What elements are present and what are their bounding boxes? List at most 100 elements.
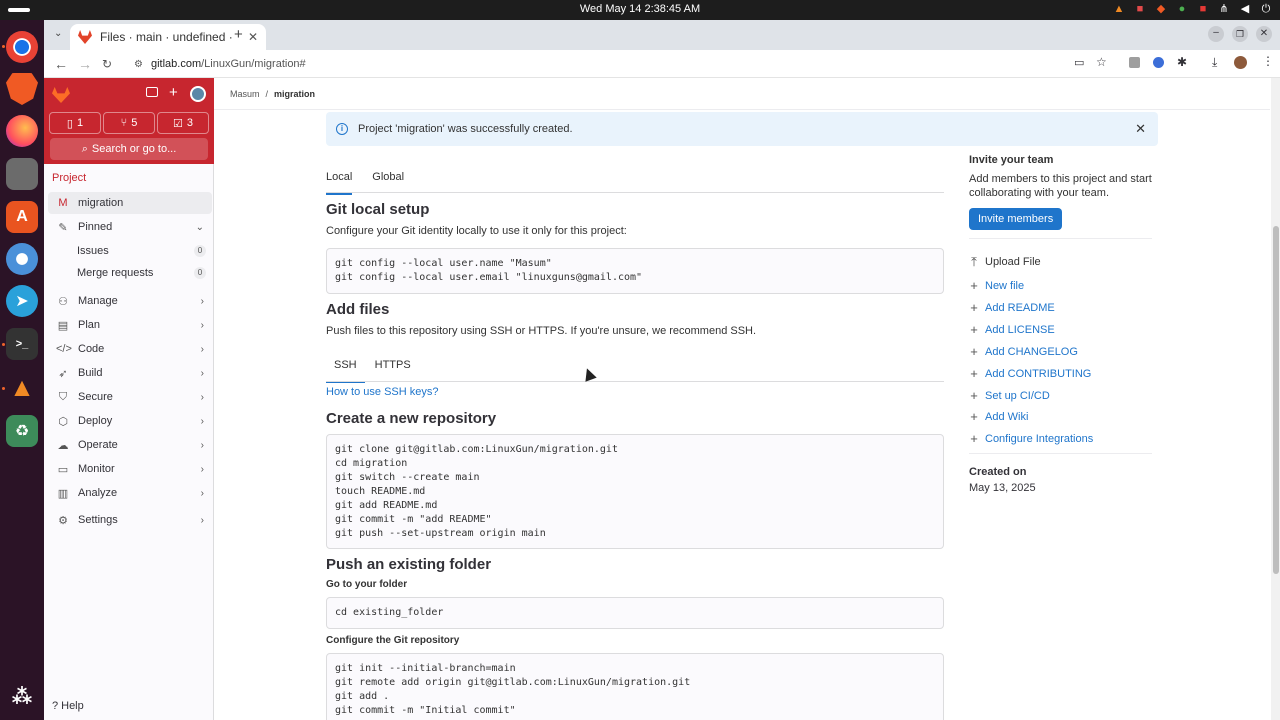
sidebar-item-monitor[interactable]: ▭ Monitor ›: [48, 458, 212, 480]
configure-repo-code[interactable]: git init --initial-branch=main git remot…: [326, 653, 944, 720]
close-icon[interactable]: ✕: [1135, 121, 1146, 137]
sidebar-item-secure[interactable]: ⛉ Secure ›: [48, 386, 212, 408]
scrollbar-thumb[interactable]: [1273, 226, 1279, 574]
new-file-action[interactable]: + New file: [969, 278, 1024, 293]
sidebar-item-settings[interactable]: ⚙ Settings ›: [48, 509, 212, 531]
sidebar-item-code[interactable]: </> Code ›: [48, 338, 212, 360]
download-icon[interactable]: ⤓: [1212, 55, 1217, 70]
sidebar-item-operate[interactable]: ☁ Operate ›: [48, 434, 212, 456]
tab-ssh[interactable]: SSH: [326, 359, 365, 383]
url-host: gitlab.com: [150, 58, 202, 70]
sidebar-item-pinned[interactable]: ✎ Pinned ⌄: [48, 216, 212, 238]
alert-text: Project 'migration' was successfully cre…: [358, 123, 573, 135]
sidebar-item-merge-requests[interactable]: Merge requests 0: [48, 262, 212, 284]
invite-members-button[interactable]: Invite members: [969, 208, 1063, 230]
bookmark-star-icon[interactable]: ☆: [1096, 55, 1107, 69]
create-repo-code[interactable]: git clone git@gitlab.com:LinuxGun/migrat…: [326, 434, 944, 549]
shield-icon: ⛉: [58, 390, 68, 403]
plus-icon: +: [970, 388, 978, 403]
firefox-icon[interactable]: [6, 115, 38, 147]
user-avatar[interactable]: [190, 86, 206, 102]
tab-list-icon[interactable]: ⌄: [54, 28, 62, 39]
cd-folder-code[interactable]: cd existing_folder: [326, 597, 944, 629]
profile-avatar[interactable]: [1234, 56, 1247, 69]
address-bar[interactable]: ⚙ gitlab.com /LinuxGun/migration#: [128, 53, 1068, 75]
project-avatar-letter: M: [58, 197, 68, 209]
add-readme-action[interactable]: + Add README: [969, 300, 1055, 315]
plus-icon: +: [970, 431, 978, 446]
chrome-tray-icon[interactable]: ●: [1176, 3, 1188, 15]
breadcrumb-root[interactable]: Masum: [230, 89, 260, 99]
help-button[interactable]: ? Help: [46, 695, 210, 717]
tab-https[interactable]: HTTPS: [375, 359, 411, 383]
minimize-icon[interactable]: –: [1208, 26, 1224, 42]
forward-icon[interactable]: →: [78, 56, 92, 72]
merge-requests-counter[interactable]: ⑂ 5: [103, 112, 155, 134]
chrome-icon[interactable]: [6, 31, 38, 63]
sidebar-item-analyze[interactable]: ▥ Analyze ›: [48, 482, 212, 504]
breadcrumb-current[interactable]: migration: [274, 89, 315, 99]
ssh-keys-help-link[interactable]: How to use SSH keys?: [326, 386, 439, 398]
brave-tray-icon[interactable]: ◆: [1155, 3, 1167, 15]
volume-icon[interactable]: ◀: [1239, 3, 1251, 15]
recorder-tray-icon[interactable]: ■: [1197, 3, 1209, 15]
reload-icon[interactable]: ↻: [102, 57, 112, 71]
sidebar-item-issues[interactable]: Issues 0: [48, 240, 212, 262]
tab-divider: [326, 381, 944, 382]
vlc-tray-icon[interactable]: ▲: [1113, 3, 1125, 15]
telegram-icon[interactable]: ➤: [6, 285, 38, 317]
url-path: /LinuxGun/migration#: [201, 58, 306, 70]
git-local-setup-desc: Configure your Git identity locally to u…: [326, 225, 627, 237]
upload-file-action[interactable]: ⤒ Upload File: [969, 254, 1041, 270]
chromium-icon[interactable]: [6, 243, 38, 275]
git-config-code[interactable]: git config --local user.name "Masum" git…: [326, 248, 944, 294]
app-center-icon[interactable]: A: [6, 201, 38, 233]
close-window-icon[interactable]: ✕: [1256, 26, 1272, 42]
gitlab-favicon-icon: [78, 30, 92, 44]
back-icon[interactable]: ←: [54, 56, 68, 72]
sidebar-item-project[interactable]: M migration: [48, 192, 212, 214]
success-alert: i Project 'migration' was successfully c…: [326, 112, 1158, 146]
terminal-icon[interactable]: >_: [6, 328, 38, 360]
add-changelog-action[interactable]: + Add CHANGELOG: [969, 344, 1078, 359]
sidebar-item-plan[interactable]: ▤ Plan ›: [48, 314, 212, 336]
tab-close-icon[interactable]: ✕: [248, 30, 258, 44]
configure-integrations-action[interactable]: + Configure Integrations: [969, 431, 1093, 446]
collapse-sidebar-icon[interactable]: [146, 87, 158, 97]
search-button[interactable]: ⌕ Search or go to...: [50, 138, 208, 160]
sidebar-item-manage[interactable]: ⚇ Manage ›: [48, 290, 212, 312]
plus-icon: +: [970, 409, 978, 424]
sidebar-item-build[interactable]: ➶ Build ›: [48, 362, 212, 384]
add-wiki-action[interactable]: + Add Wiki: [969, 409, 1028, 424]
camera-tray-icon[interactable]: ■: [1134, 3, 1146, 15]
browser-menu-icon[interactable]: ⋮: [1262, 54, 1274, 68]
browser-tab-bar: ⌄ Files · main · undefined · ✕ + – ❐ ✕: [44, 20, 1280, 50]
vlc-icon[interactable]: ▲: [6, 371, 38, 403]
trash-icon[interactable]: ♻: [6, 415, 38, 447]
restore-icon[interactable]: ❐: [1232, 26, 1248, 42]
sidebar-item-deploy[interactable]: ⬡ Deploy ›: [48, 410, 212, 432]
setup-cicd-action[interactable]: + Set up CI/CD: [969, 388, 1050, 403]
brave-icon[interactable]: [6, 73, 38, 105]
extension-icon[interactable]: [1129, 57, 1140, 68]
gitlab-logo-icon[interactable]: [52, 87, 70, 103]
issues-counter[interactable]: ▯ 1: [49, 112, 101, 134]
site-info-icon[interactable]: ⚙: [134, 59, 143, 70]
show-apps-icon[interactable]: ⁂: [6, 680, 38, 712]
power-icon[interactable]: ⏻: [1260, 3, 1272, 15]
extension-blue-icon[interactable]: [1153, 57, 1164, 68]
clock[interactable]: Wed May 14 2:38:45 AM: [0, 3, 1280, 15]
add-license-action[interactable]: + Add LICENSE: [969, 322, 1055, 337]
new-tab-button[interactable]: +: [234, 26, 243, 43]
page-scrollbar[interactable]: [1271, 78, 1280, 720]
todos-counter[interactable]: ☑ 3: [157, 112, 209, 134]
network-icon[interactable]: ⋔: [1218, 3, 1230, 15]
create-new-icon[interactable]: +: [169, 84, 178, 101]
created-on-date: May 13, 2025: [969, 482, 1036, 494]
add-contributing-action[interactable]: + Add CONTRIBUTING: [969, 366, 1091, 381]
files-icon[interactable]: [6, 158, 38, 190]
panel-divider: [969, 238, 1152, 239]
cast-icon[interactable]: ▭: [1074, 56, 1084, 69]
sidebar-header: + ▯ 1 ⑂ 5 ☑ 3 ⌕ Search or go to...: [44, 78, 214, 164]
extensions-puzzle-icon[interactable]: ✱: [1177, 55, 1187, 69]
